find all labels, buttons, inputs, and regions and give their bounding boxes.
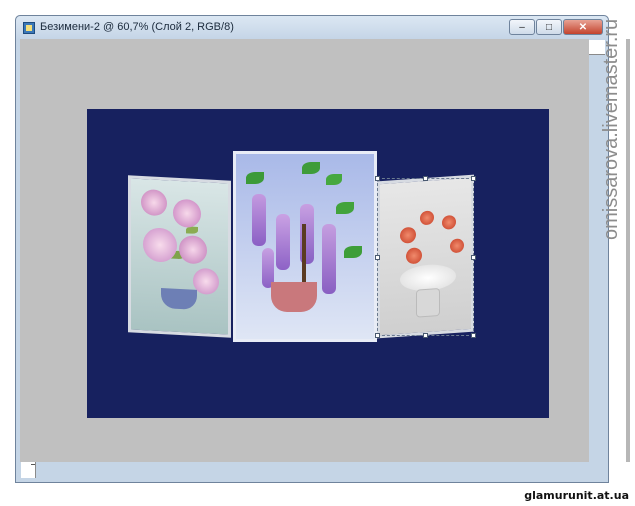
transform-handle[interactable] [423,333,428,338]
scroll-strip[interactable] [626,39,630,462]
transform-handle[interactable] [375,333,380,338]
minimize-button[interactable]: – [509,19,535,35]
selection-bounding-box[interactable] [375,176,476,338]
maximize-icon: □ [545,21,553,33]
close-icon: ✕ [578,21,588,33]
transform-handle[interactable] [375,255,380,260]
transform-handle[interactable] [471,176,476,181]
title-bar[interactable]: Безимени-2 @ 60,7% (Слой 2, RGB/8) – □ ✕ [16,16,608,40]
app-icon [23,22,35,34]
photo-left-pink-flowers[interactable] [128,175,231,338]
transform-handle[interactable] [375,176,380,181]
close-button[interactable]: ✕ [563,19,603,35]
transform-handle[interactable] [471,333,476,338]
maximize-button[interactable]: □ [536,19,562,35]
vertical-watermark: omissarova.livemaster.ru [600,18,622,240]
photo-center-wisteria[interactable] [233,151,377,342]
bottom-watermark: glamurunit.at.ua [524,489,629,502]
window-title: Безимени-2 @ 60,7% (Слой 2, RGB/8) [40,21,234,33]
minimize-icon: – [519,21,525,33]
transform-handle[interactable] [471,255,476,260]
transform-handle[interactable] [423,176,428,181]
ruler-minor-tick [31,463,35,465]
